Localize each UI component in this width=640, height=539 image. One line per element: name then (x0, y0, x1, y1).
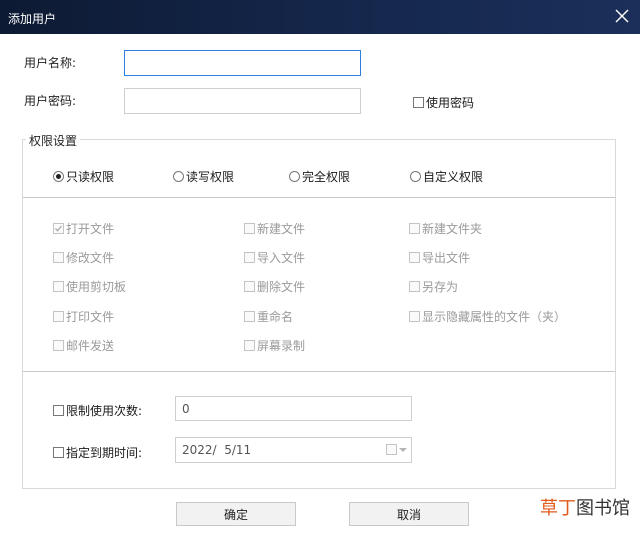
option-label: 屏幕录制 (257, 339, 306, 353)
window-title: 添加用户 (8, 12, 57, 26)
divider (23, 197, 615, 198)
expire-date-checkbox[interactable]: 指定到期时间: (53, 444, 142, 461)
option-label: 打印文件 (66, 310, 115, 324)
calendar-icon (386, 444, 397, 455)
option-label: 另存为 (422, 280, 459, 294)
checkbox-icon (53, 281, 64, 292)
expire-date-value: 2022/ 5/11 (182, 443, 252, 457)
option-label: 删除文件 (257, 280, 306, 294)
close-icon (615, 9, 629, 23)
option-label: 新建文件 (257, 222, 306, 236)
option-print-file[interactable]: 打印文件 (53, 308, 114, 325)
checkbox-icon (53, 252, 64, 263)
password-input[interactable] (124, 88, 361, 114)
option-new-folder[interactable]: 新建文件夹 (409, 220, 482, 237)
use-count-input[interactable] (175, 396, 412, 421)
permissions-group-title: 权限设置 (26, 132, 81, 149)
option-label: 打开文件 (66, 222, 115, 236)
radio-icon (410, 171, 421, 182)
expire-date-picker[interactable]: 2022/ 5/11 (175, 437, 412, 463)
radio-label: 读写权限 (186, 170, 235, 184)
radio-custom[interactable]: 自定义权限 (410, 168, 483, 185)
watermark: 草丁 图书馆 (540, 494, 630, 520)
option-show-hidden[interactable]: 显示隐藏属性的文件（夹） (409, 308, 566, 325)
checkbox-icon (53, 405, 64, 416)
username-label: 用户名称: (24, 56, 77, 70)
checkbox-icon (53, 447, 64, 458)
radio-label: 只读权限 (66, 170, 115, 184)
use-password-checkbox[interactable]: 使用密码 (413, 94, 474, 111)
checkbox-icon (53, 340, 64, 351)
option-label: 使用剪切板 (66, 280, 127, 294)
limit-use-count-label: 限制使用次数: (66, 404, 143, 418)
checkbox-icon (409, 311, 420, 322)
option-modify-file[interactable]: 修改文件 (53, 249, 114, 266)
checkbox-icon (409, 281, 420, 292)
radio-label: 自定义权限 (423, 170, 484, 184)
option-export-file[interactable]: 导出文件 (409, 249, 470, 266)
option-screen-record[interactable]: 屏幕录制 (244, 337, 305, 354)
option-rename[interactable]: 重命名 (244, 308, 293, 325)
chevron-down-icon (399, 447, 407, 452)
use-password-label: 使用密码 (426, 96, 475, 110)
option-clipboard[interactable]: 使用剪切板 (53, 278, 126, 295)
checkbox-icon (244, 311, 255, 322)
option-send-mail[interactable]: 邮件发送 (53, 337, 114, 354)
watermark-part2: 图书馆 (576, 498, 630, 519)
radio-readwrite[interactable]: 读写权限 (173, 168, 234, 185)
checkbox-icon (244, 281, 255, 292)
checkbox-icon (413, 97, 424, 108)
checkbox-icon (244, 252, 255, 263)
radio-icon (53, 171, 64, 182)
radio-label: 完全权限 (302, 170, 351, 184)
option-label: 邮件发送 (66, 339, 115, 353)
radio-icon (173, 171, 184, 182)
radio-readonly[interactable]: 只读权限 (53, 168, 114, 185)
option-new-file[interactable]: 新建文件 (244, 220, 305, 237)
option-label: 新建文件夹 (422, 222, 483, 236)
divider (23, 371, 615, 372)
checkbox-icon (409, 252, 420, 263)
option-delete-file[interactable]: 删除文件 (244, 278, 305, 295)
title-bar: 添加用户 (0, 0, 640, 34)
radio-icon (289, 171, 300, 182)
checkbox-icon (53, 311, 64, 322)
option-save-as[interactable]: 另存为 (409, 278, 458, 295)
checkbox-checked-icon (53, 223, 64, 234)
radio-full[interactable]: 完全权限 (289, 168, 350, 185)
option-label: 重命名 (257, 310, 294, 324)
option-label: 导出文件 (422, 251, 471, 265)
option-label: 显示隐藏属性的文件（夹） (422, 310, 567, 324)
expire-date-label: 指定到期时间: (66, 446, 143, 460)
close-button[interactable] (610, 3, 634, 29)
option-open-file[interactable]: 打开文件 (53, 220, 114, 237)
checkbox-icon (244, 340, 255, 351)
ok-button[interactable]: 确定 (176, 502, 296, 526)
password-label: 用户密码: (24, 94, 77, 108)
checkbox-icon (244, 223, 255, 234)
limit-use-count-checkbox[interactable]: 限制使用次数: (53, 402, 142, 419)
option-label: 导入文件 (257, 251, 306, 265)
calendar-dropdown[interactable] (386, 444, 407, 455)
watermark-part1: 草丁 (540, 498, 576, 519)
option-label: 修改文件 (66, 251, 115, 265)
username-input[interactable] (124, 50, 361, 76)
option-import-file[interactable]: 导入文件 (244, 249, 305, 266)
checkbox-icon (409, 223, 420, 234)
cancel-button[interactable]: 取消 (349, 502, 469, 526)
